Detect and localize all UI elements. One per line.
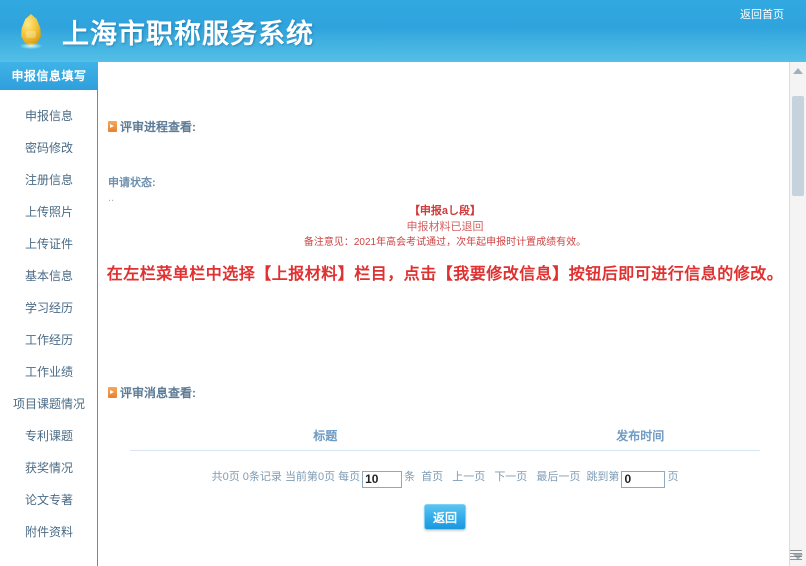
message-section-title-text: 评审消息查看: bbox=[120, 386, 196, 400]
sidebar-item-shenbaoxinxi[interactable]: 申报信息 bbox=[0, 100, 98, 132]
pager-next-page-link[interactable]: 下一页 bbox=[494, 471, 527, 483]
scroll-up-arrow-icon[interactable] bbox=[793, 68, 803, 74]
sidebar-item-gongzuojingli[interactable]: 工作经历 bbox=[0, 324, 98, 356]
pager-jump-label: 跳到第 bbox=[586, 471, 620, 483]
pager-prev-page-link[interactable]: 上一页 bbox=[452, 471, 485, 483]
per-page-input[interactable] bbox=[362, 470, 403, 488]
pager-last-page-link[interactable]: 最后一页 bbox=[536, 471, 580, 483]
apply-status-label: 申请状态: bbox=[108, 177, 156, 189]
sidebar-item-mimaxiugai[interactable]: 密码修改 bbox=[0, 132, 98, 164]
message-table-head: 标题 发布时间 bbox=[130, 426, 760, 451]
site-title: 上海市职称服务系统 bbox=[62, 19, 314, 50]
flame-emblem-shape bbox=[21, 14, 41, 46]
pager-jump-unit: 页 bbox=[667, 471, 679, 483]
message-section-title: 评审消息查看: bbox=[108, 384, 196, 401]
sidebar-item-huojiangqingkuang[interactable]: 获奖情况 bbox=[0, 452, 98, 484]
empty-cell-title bbox=[130, 451, 521, 464]
pager-first-page-link[interactable]: 首页 bbox=[421, 471, 443, 483]
sidebar-heading: 申报信息填写 bbox=[0, 62, 98, 90]
vertical-scrollbar[interactable] bbox=[789, 62, 806, 566]
pager-perpage-label: 每页 bbox=[338, 471, 361, 483]
pager-pages-unit: 页 bbox=[228, 471, 240, 483]
jump-page-input[interactable] bbox=[621, 470, 666, 488]
main-content: 评审进程查看: 申请状态: .. 【申报аし段】 申报材料已退回 备注意见：20… bbox=[100, 62, 790, 566]
orange-arrow-bullet-icon bbox=[108, 387, 117, 398]
pagination-bar: 共0页 0条记录 当前第0页 每页条 首页 上一页 下一页 最后一页 跳到第页 bbox=[100, 468, 790, 488]
sidebar-item-shangchuanzhengjian[interactable]: 上传证件 bbox=[0, 228, 98, 260]
vertical-scrollbar-thumb[interactable] bbox=[792, 96, 804, 196]
message-table-empty-row bbox=[130, 451, 760, 464]
pager-current-unit: 页 bbox=[324, 471, 336, 483]
status-stage-label: 【申报аし段】 bbox=[408, 205, 482, 217]
back-button[interactable]: 返回 bbox=[424, 504, 466, 530]
sidebar-menu: 申报信息 密码修改 注册信息 上传照片 上传证件 基本信息 学习经历 工作经历 … bbox=[0, 90, 98, 548]
column-header-publish-time: 发布时间 bbox=[520, 426, 760, 451]
status-message-block: 【申报аし段】 申报材料已退回 备注意见：2021年高会考试通过，次年起申报时计… bbox=[100, 204, 790, 251]
orange-arrow-bullet-icon bbox=[108, 121, 117, 132]
sidebar-item-jibenxinxi[interactable]: 基本信息 bbox=[0, 260, 98, 292]
sidebar-item-zhucexinxi[interactable]: 注册信息 bbox=[0, 164, 98, 196]
sidebar-item-gongzuoyeji[interactable]: 工作业绩 bbox=[0, 356, 98, 388]
message-table: 标题 发布时间 bbox=[130, 426, 760, 463]
pager-current-prefix: 当前第 bbox=[284, 471, 318, 483]
pager-perpage-unit: 条 bbox=[404, 471, 416, 483]
resize-grip-icon[interactable] bbox=[790, 550, 802, 562]
header-inner: 上海市职称服务系统 返回首页 bbox=[0, 0, 806, 62]
progress-section-title: 评审进程查看: bbox=[108, 118, 196, 135]
apply-status-value: .. bbox=[108, 192, 115, 204]
pager-total-prefix: 共 bbox=[211, 471, 223, 483]
empty-cell-time bbox=[521, 451, 760, 464]
status-remark-text: 备注意见：2021年高会考试通过，次年起申报时计置成绩有效。 bbox=[303, 237, 587, 248]
message-table-body bbox=[130, 451, 760, 464]
flame-emblem-icon bbox=[14, 12, 48, 52]
sidebar-item-shangchuanzhaopian[interactable]: 上传照片 bbox=[0, 196, 98, 228]
column-header-title: 标题 bbox=[130, 426, 521, 451]
pager-records-unit: 条记录 bbox=[248, 471, 282, 483]
progress-section-title-text: 评审进程查看: bbox=[120, 120, 196, 134]
status-detail-text: 申报材料已退回 bbox=[406, 221, 484, 233]
sidebar-item-lunwenzhuanzhu[interactable]: 论文专著 bbox=[0, 484, 98, 516]
return-home-link[interactable]: 返回首页 bbox=[740, 6, 784, 22]
message-table-header-row: 标题 发布时间 bbox=[130, 426, 760, 451]
page-header: 上海市职称服务系统 返回首页 bbox=[0, 0, 806, 62]
sidebar-divider bbox=[97, 90, 98, 566]
sidebar-item-fujianziliao[interactable]: 附件资料 bbox=[0, 516, 98, 548]
status-instruction-text: 在左栏菜单栏中选择【上报材料】栏目，点击【我要修改信息】按钮后即可进行信息的修改… bbox=[106, 266, 784, 283]
sidebar: 申报信息填写 申报信息 密码修改 注册信息 上传照片 上传证件 基本信息 学习经… bbox=[0, 62, 98, 566]
sidebar-item-xuexijingli[interactable]: 学习经历 bbox=[0, 292, 98, 324]
sidebar-item-xiangmuketi[interactable]: 项目课题情况 bbox=[0, 388, 98, 420]
sidebar-item-zhuanliketi[interactable]: 专利课题 bbox=[0, 420, 98, 452]
flame-emblem-glow bbox=[20, 43, 42, 49]
